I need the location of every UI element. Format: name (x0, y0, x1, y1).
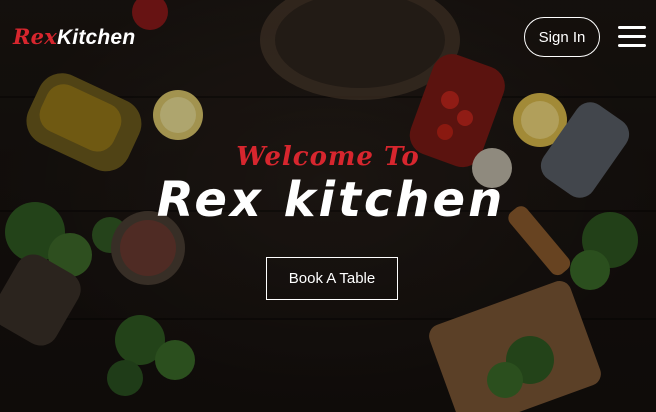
site-logo[interactable]: RexKitchen (13, 24, 135, 50)
hamburger-menu-icon[interactable] (618, 26, 646, 48)
hero-section: RexKitchen Sign In Welcome To Rex kitche… (0, 0, 656, 412)
logo-kitchen: Kitchen (56, 26, 136, 49)
welcome-heading: Welcome To (236, 142, 420, 172)
book-table-button[interactable]: Book A Table (266, 257, 398, 300)
logo-rex: Rex (13, 24, 57, 49)
sign-in-button[interactable]: Sign In (524, 17, 600, 57)
hero-title: Rex kitchen (156, 172, 506, 228)
